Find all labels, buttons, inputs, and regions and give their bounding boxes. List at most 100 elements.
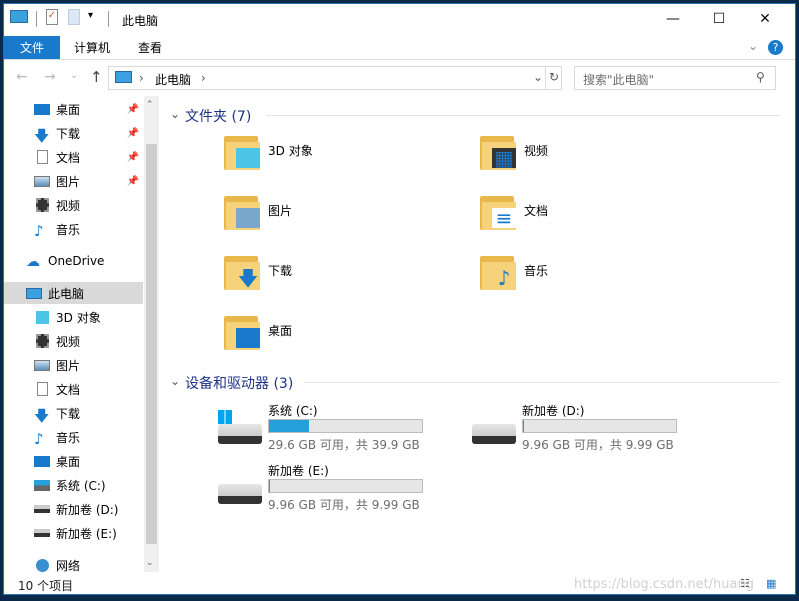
address-dropdown-icon[interactable]: ⌄ — [533, 70, 543, 84]
nav-item-label: 3D 对象 — [56, 310, 101, 325]
desktop-icon — [34, 453, 50, 469]
nav-item[interactable]: 3D 对象 — [4, 306, 143, 328]
tab-view[interactable]: 查看 — [122, 36, 178, 59]
details-view-icon[interactable]: ☷ — [740, 577, 750, 590]
folder-label[interactable]: 文档 — [524, 202, 548, 219]
nav-item[interactable]: 网络 — [4, 554, 143, 576]
refresh-icon[interactable]: ↻ — [549, 70, 559, 84]
properties-icon[interactable]: ✓ — [46, 9, 58, 25]
expand-ribbon-icon[interactable]: ⌄ — [748, 39, 758, 53]
recent-locations-icon[interactable]: ⌄ — [70, 70, 78, 81]
nav-item[interactable]: 视频 — [4, 330, 143, 352]
nav-item[interactable]: 图片 — [4, 354, 143, 376]
breadcrumb-this-pc[interactable]: 此电脑 — [155, 71, 191, 88]
folder-item[interactable] — [222, 312, 262, 352]
ribbon-tabs: 文件 计算机 查看 ⌄ ? — [4, 36, 795, 60]
nav-item[interactable]: 文档 📌 — [4, 146, 143, 168]
divider — [266, 115, 780, 116]
divider — [108, 11, 109, 27]
folder-item[interactable]: ▦ — [478, 132, 518, 172]
nav-item-label: 网络 — [56, 558, 81, 573]
help-icon[interactable]: ? — [768, 40, 783, 55]
folder-label[interactable]: 音乐 — [524, 262, 548, 279]
folder-label[interactable]: 视频 — [524, 142, 548, 159]
nav-item[interactable]: 文档 — [4, 378, 143, 400]
nav-item[interactable]: 桌面 📌 — [4, 98, 143, 120]
nav-item-label: 文档 — [56, 150, 81, 165]
pin-icon: 📌 — [126, 175, 139, 187]
back-button[interactable]: ← — [16, 69, 28, 85]
drive-usage-bar — [522, 419, 677, 433]
nav-item[interactable]: 视频 — [4, 194, 143, 216]
nav-item[interactable]: 桌面 — [4, 450, 143, 472]
nav-item-label: 新加卷 (E:) — [56, 526, 117, 541]
folder-label[interactable]: 下载 — [268, 262, 292, 279]
scroll-down-icon[interactable]: ⌄ — [146, 558, 154, 568]
search-icon: ⚲ — [756, 70, 765, 84]
windows-drive-icon — [34, 477, 50, 493]
drive-icon[interactable] — [472, 424, 516, 444]
drive-label[interactable]: 新加卷 (D:) — [522, 402, 584, 419]
nav-item[interactable]: 系统 (C:) — [4, 474, 143, 496]
folder-label[interactable]: 图片 — [268, 202, 292, 219]
tab-computer[interactable]: 计算机 — [58, 36, 126, 59]
computer-icon — [10, 10, 28, 23]
collapse-folders-icon[interactable]: ⌄ — [170, 107, 180, 121]
scroll-up-icon[interactable]: ⌃ — [146, 100, 154, 110]
picture-icon — [34, 173, 50, 189]
folder-item[interactable]: ≡ — [478, 192, 518, 232]
navigation-pane: 桌面 📌 🡇 下载 📌 文档 📌 图片 📌 视频 ♪ 音乐 ☁ OneDrive 此电脑 3D 对象 视频 图片文… — [4, 94, 144, 573]
nav-item[interactable]: 🡇 下载 — [4, 402, 143, 426]
nav-item-label: 下载 — [56, 126, 81, 141]
drive-label[interactable]: 新加卷 (E:) — [268, 462, 329, 479]
maximize-button[interactable]: ☐ — [696, 4, 742, 34]
folders-group-header[interactable]: 文件夹 (7) — [185, 106, 251, 126]
scrollbar-thumb[interactable] — [146, 144, 157, 544]
status-item-count: 10 个项目 — [18, 579, 74, 593]
nav-item[interactable]: 新加卷 (D:) — [4, 498, 143, 520]
folder-label[interactable]: 桌面 — [268, 322, 292, 339]
film-icon: ▦ — [492, 148, 516, 168]
nav-item-label: 图片 — [56, 174, 81, 189]
forward-button[interactable]: → — [44, 69, 56, 85]
collapse-drives-icon[interactable]: ⌄ — [170, 374, 180, 388]
chevron-right-icon[interactable]: › — [201, 71, 206, 85]
large-icons-view-icon[interactable]: ▦ — [766, 577, 776, 590]
folder-item[interactable]: ♪ — [478, 252, 518, 292]
cloud-icon: ☁ — [26, 254, 40, 270]
folder-label[interactable]: 3D 对象 — [268, 142, 313, 159]
tab-file[interactable]: 文件 — [4, 36, 61, 59]
nav-item[interactable]: 🡇 下载 📌 — [4, 122, 143, 146]
address-bar[interactable]: › 此电脑 › ⌄ ↻ — [108, 66, 562, 90]
windows-logo-icon — [218, 410, 232, 424]
drive-space-text: 9.96 GB 可用，共 9.99 GB — [268, 498, 420, 512]
folder-item[interactable] — [222, 192, 262, 232]
pin-icon: 📌 — [126, 103, 139, 115]
nav-item[interactable]: 此电脑 — [4, 282, 143, 304]
nav-item[interactable]: 新加卷 (E:) — [4, 522, 143, 544]
nav-item-label: 文档 — [56, 382, 81, 397]
divider — [36, 11, 37, 27]
nav-item-label: 下载 — [56, 406, 81, 421]
folder-item[interactable] — [222, 132, 262, 172]
drive-icon[interactable] — [218, 424, 262, 444]
video-icon — [34, 197, 50, 213]
nav-item[interactable]: ☁ OneDrive — [4, 250, 143, 272]
nav-item[interactable]: ♪ 音乐 — [4, 218, 143, 240]
search-input[interactable]: 搜索"此电脑" — [574, 66, 776, 90]
divider — [545, 67, 546, 89]
customize-quick-access-icon[interactable]: ▾ — [88, 10, 93, 21]
drive-icon[interactable] — [218, 484, 262, 504]
nav-item[interactable]: 图片 📌 — [4, 170, 143, 192]
nav-item[interactable]: ♪ 音乐 — [4, 426, 143, 448]
drive-label[interactable]: 系统 (C:) — [268, 402, 318, 419]
folder-item[interactable]: 🡇 — [222, 252, 262, 292]
new-folder-icon[interactable] — [68, 9, 80, 25]
drives-group-header[interactable]: 设备和驱动器 (3) — [185, 373, 293, 393]
picture-icon — [34, 357, 50, 373]
up-button[interactable]: ↑ — [90, 68, 103, 86]
drive-space-text: 9.96 GB 可用，共 9.99 GB — [522, 438, 674, 452]
minimize-button[interactable]: — — [650, 4, 696, 34]
pin-icon: 📌 — [126, 127, 139, 139]
close-button[interactable]: ✕ — [742, 4, 788, 34]
